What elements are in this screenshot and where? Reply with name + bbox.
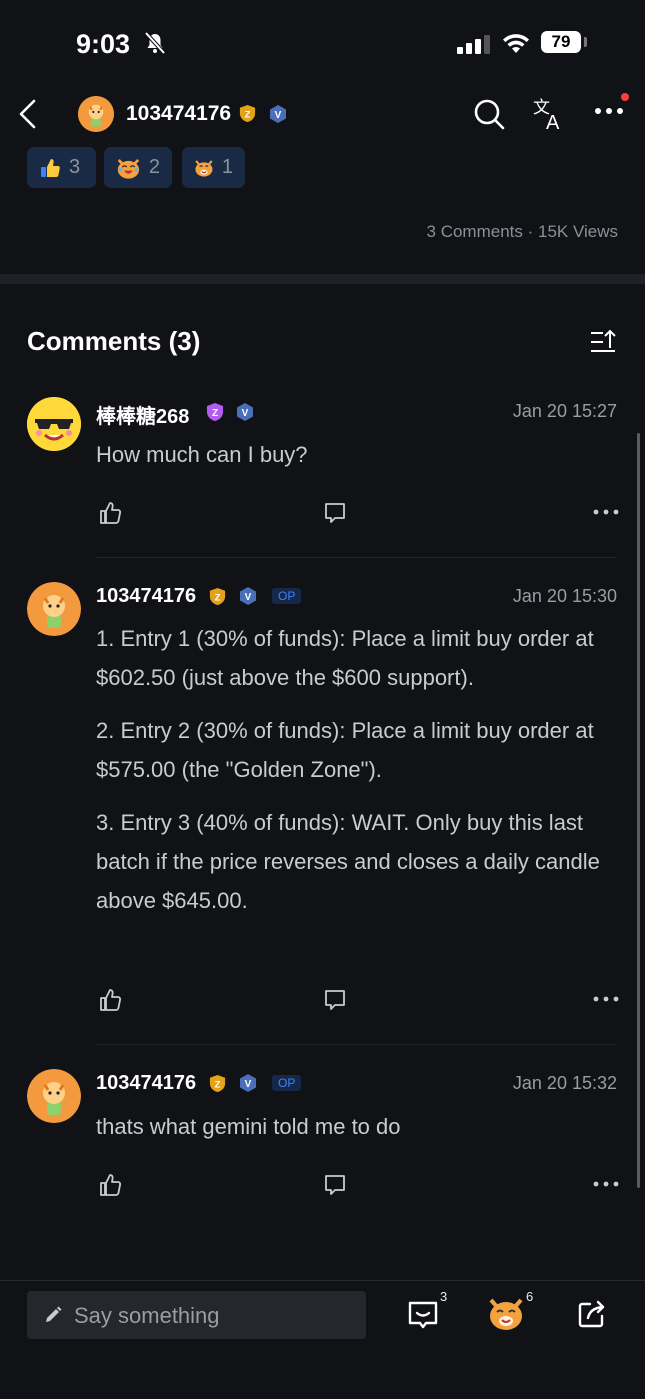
comment-text: thats what gemini told me to do [96,1107,606,1160]
sunglasses-face-avatar-icon [27,397,81,451]
reaction-tiger-face[interactable]: 1 [182,147,245,188]
notification-dot [621,93,629,101]
comment-date: Jan 20 15:27 [512,401,617,421]
battery-tip [584,37,587,47]
comments-count: 3 [440,1289,448,1304]
reply-icon[interactable] [323,501,347,525]
tiger-face-icon [195,159,213,177]
reaction-thumbs-up[interactable]: 3 [27,147,96,188]
gold-shield-badge-icon: Z [209,587,226,606]
tiger-reaction-icon[interactable] [487,1296,525,1332]
author-avatar[interactable] [78,96,114,132]
svg-text:Z: Z [245,109,251,120]
comment-paragraph: 1. Entry 1 (30% of funds): Place a limit… [96,626,594,690]
share-icon[interactable] [577,1299,607,1329]
wifi-icon [503,34,529,53]
v3-level-badge-icon: V [240,1074,256,1092]
tiger-avatar-icon [78,96,114,132]
comment-separator [96,557,617,558]
author-name[interactable]: 103474176 [126,102,231,126]
header-bar: 103474176 Z V 文 A [0,90,645,140]
reaction-laughing-cat[interactable]: 2 [104,147,172,188]
comment-paragraph: thats what gemini told me to do [96,1114,401,1139]
svg-text:Z: Z [212,408,218,419]
v3-level-badge-icon: V [240,587,256,605]
reaction-count: 2 [148,156,160,178]
svg-text:V: V [242,408,249,419]
svg-text:A: A [546,112,560,132]
like-icon[interactable] [98,1172,124,1198]
tiger-avatar-icon [27,1069,81,1123]
commenter-avatar[interactable] [27,1069,81,1123]
commenter-name[interactable]: 棒棒糖268 [96,400,189,429]
op-badge: OP [272,1075,302,1091]
comment-date: Jan 20 15:32 [512,1073,617,1093]
v3-level-badge-icon: V [270,105,286,123]
gold-shield-badge-icon: Z [239,104,256,123]
comment-input[interactable]: Say something [27,1291,366,1339]
reaction-count: 3 [69,156,81,178]
v3-level-badge-icon: V [237,403,253,421]
comment-date: Jan 20 15:30 [512,586,617,606]
like-icon[interactable] [98,500,124,526]
translate-icon[interactable]: 文 A [531,96,567,132]
post-meta: 3 Comments · 15K Views [426,222,618,241]
section-divider [0,274,645,284]
status-time: 9:03 [76,29,131,59]
status-bar: 9:03 79 [0,0,645,86]
svg-text:V: V [245,592,252,603]
like-icon[interactable] [98,987,124,1013]
bottom-action-bar: Say something 3 6 [0,1280,645,1399]
reply-icon[interactable] [323,988,347,1012]
comment-paragraph: How much can I buy? [96,442,308,467]
purple-shield-badge-icon: Z [207,403,223,421]
op-badge: OP [272,588,302,604]
comment-text: 1. Entry 1 (30% of funds): Place a limit… [96,619,606,934]
comments-title: Comments (3) [27,326,201,356]
scrollbar[interactable] [637,433,640,1188]
comments-icon[interactable] [407,1300,439,1332]
reactions-count: 6 [526,1289,534,1304]
comment-paragraph: 3. Entry 3 (40% of funds): WAIT. Only bu… [96,810,600,913]
back-arrow-icon[interactable] [16,98,40,130]
comment-more-icon[interactable] [593,1181,619,1187]
commenter-name[interactable]: 103474176 [96,1072,196,1095]
reaction-count: 1 [221,156,233,178]
comment-more-icon[interactable] [593,509,619,515]
comment-input-placeholder: Say something [74,1303,220,1328]
commenter-name[interactable]: 103474176 [96,585,196,608]
pencil-icon [46,1306,62,1322]
battery-indicator: 79 [541,31,581,53]
reply-icon[interactable] [323,1173,347,1197]
commenter-avatar[interactable] [27,582,81,636]
svg-text:Z: Z [215,1079,221,1090]
comment-paragraph: 2. Entry 2 (30% of funds): Place a limit… [96,718,594,782]
svg-text:V: V [245,1079,252,1090]
comment-separator [96,1044,617,1045]
laughing-cat-icon [117,158,140,179]
comment-more-icon[interactable] [593,996,619,1002]
svg-text:Z: Z [215,592,221,603]
cellular-signal-icon [457,35,490,54]
bell-muted-icon [144,31,166,55]
search-icon[interactable] [472,97,506,131]
more-options-icon[interactable] [594,107,624,115]
gold-shield-badge-icon: Z [209,1074,226,1093]
comment-text: How much can I buy? [96,435,606,488]
tiger-avatar-icon [27,582,81,636]
sort-icon[interactable] [589,328,617,356]
thumbs-up-icon [41,158,60,177]
svg-text:V: V [275,110,282,121]
commenter-avatar[interactable] [27,397,81,451]
